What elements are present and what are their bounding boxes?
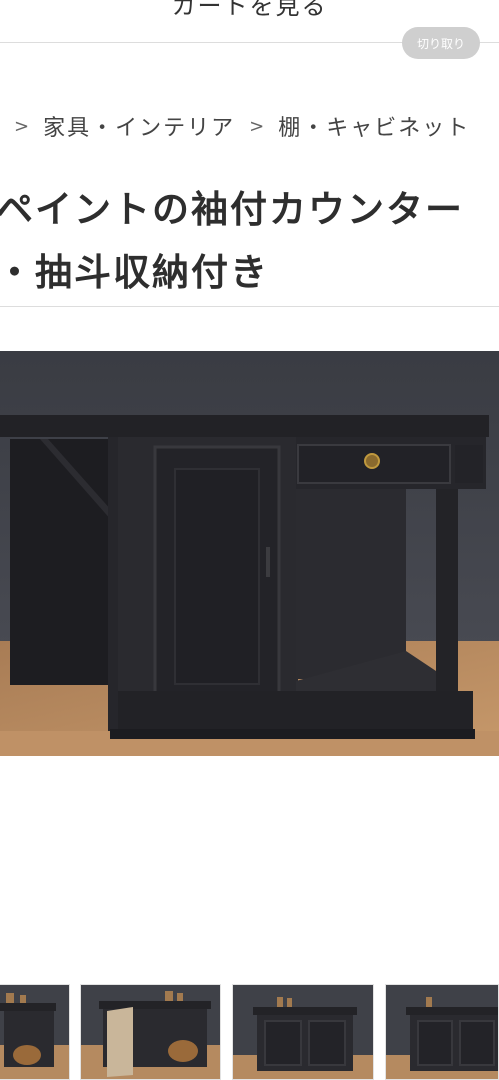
breadcrumb-separator: > bbox=[249, 115, 265, 137]
clip-button[interactable]: 切り取り bbox=[402, 27, 480, 59]
view-cart-link[interactable]: カートを見る bbox=[0, 0, 499, 21]
main-product-photo[interactable] bbox=[0, 351, 499, 756]
product-title: ペイントの袖付カウンター ・抽斗収納付き bbox=[0, 178, 499, 304]
thumbnail-1[interactable] bbox=[0, 984, 70, 1080]
breadcrumb-separator: > bbox=[14, 115, 30, 137]
product-title-line2: ・抽斗収納付き bbox=[0, 250, 269, 294]
breadcrumb-item-furniture[interactable]: 家具・インテリア bbox=[43, 110, 235, 142]
title-divider bbox=[0, 306, 499, 307]
thumbnail-2[interactable] bbox=[80, 984, 221, 1080]
breadcrumb: > 家具・インテリア > 棚・キャビネット bbox=[14, 110, 470, 142]
product-title-line1: ペイントの袖付カウンター bbox=[0, 187, 464, 231]
breadcrumb-item-shelf-cabinet[interactable]: 棚・キャビネット bbox=[278, 110, 470, 142]
thumbnail-3[interactable] bbox=[232, 984, 374, 1080]
thumbnail-gallery bbox=[0, 984, 499, 1080]
thumbnail-4[interactable] bbox=[385, 984, 499, 1080]
